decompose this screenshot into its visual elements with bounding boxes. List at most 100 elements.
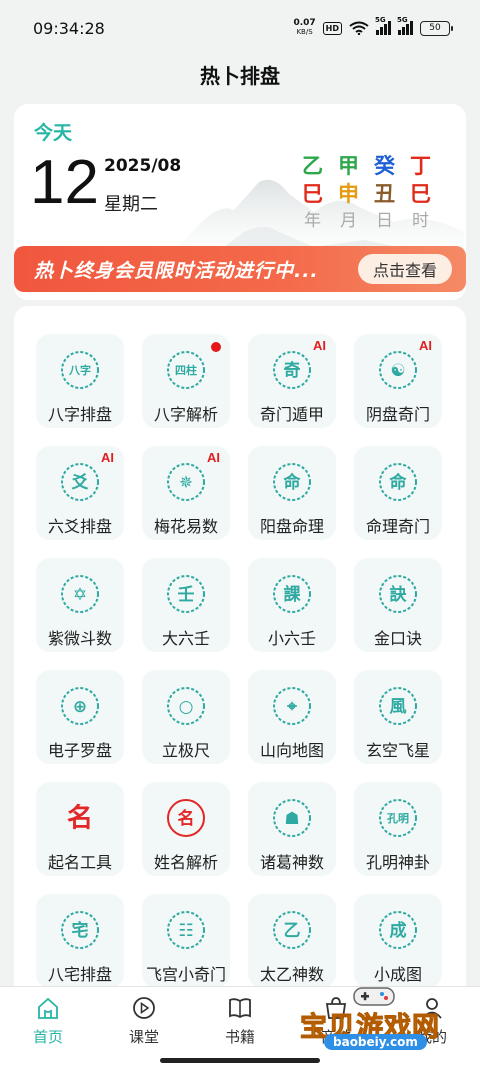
tool-tile[interactable]: 成小成图 xyxy=(354,894,442,988)
tool-label: 诸葛神数 xyxy=(259,853,324,872)
date-card[interactable]: 今天 12 2025/08 星期二 乙巳年甲申月癸丑日丁巳时 热卜终身会员限时活… xyxy=(14,104,466,300)
tools-card: 八字 八字排盘 四柱 八字解析奇奇门遁甲 AI ☯ 阴盘奇门 AI 爻六爻排盘 AI ✵ 梅花易数 AI… xyxy=(14,306,466,1006)
tool-label: 奇门遁甲 xyxy=(259,405,324,424)
ganzhi-label: 时 xyxy=(412,211,429,231)
ganzhi-label: 年 xyxy=(304,211,321,231)
tool-label: 小成图 xyxy=(373,965,422,984)
xiaoliuren-icon: 課 xyxy=(273,575,311,613)
svg-text:成: 成 xyxy=(390,920,407,941)
tool-tile[interactable]: ○ 立极尺 xyxy=(142,670,230,764)
bazi-jiexi-icon: 四柱 xyxy=(167,351,205,389)
ganzhi-stem: 甲 xyxy=(338,154,359,178)
signal-5g-icon-2: 5G xyxy=(397,16,413,35)
tool-tile[interactable]: 名姓名解析 xyxy=(142,782,230,876)
svg-text:奇: 奇 xyxy=(284,360,301,381)
svg-text:風: 風 xyxy=(390,697,407,717)
home-indicator[interactable] xyxy=(160,1058,320,1063)
tool-tile[interactable]: 八字 八字排盘 xyxy=(36,334,124,428)
notification-dot xyxy=(211,342,221,352)
tool-tile[interactable]: 名起名工具 xyxy=(36,782,124,876)
tool-label: 立极尺 xyxy=(161,741,210,760)
today-label: 今天 xyxy=(34,122,73,144)
xuankong-icon: 風 xyxy=(379,687,417,725)
ganzhi-branch: 巳 xyxy=(302,182,323,206)
watermark-logo: 宝贝游戏网 baobeiy.com xyxy=(298,985,466,1055)
svg-text:四柱: 四柱 xyxy=(175,363,197,377)
svg-text:☷: ☷ xyxy=(178,921,193,941)
qimen-dunjia-icon: 奇 xyxy=(273,351,311,389)
tool-tile[interactable]: ✵ 梅花易数 AI xyxy=(142,446,230,540)
mingli-qimen-icon: 命 xyxy=(379,463,417,501)
svg-text:○: ○ xyxy=(179,697,194,717)
jinkoujue-icon: 訣 xyxy=(379,575,417,613)
ganzhi-stem: 丁 xyxy=(410,154,431,178)
gamepad-icon xyxy=(353,987,395,1006)
tool-tile[interactable]: 命阳盘命理 xyxy=(248,446,336,540)
liuyao-icon: 爻 xyxy=(61,463,99,501)
svg-text:命: 命 xyxy=(389,472,408,493)
tool-tile[interactable]: ⊕ 电子罗盘 xyxy=(36,670,124,764)
ziwei-icon: ✡ xyxy=(61,575,99,613)
tool-label: 太乙神数 xyxy=(259,965,324,984)
svg-text:孔明: 孔明 xyxy=(387,812,409,825)
promo-banner[interactable]: 热卜终身会员限时活动进行中... 点击查看 xyxy=(14,246,466,292)
tool-label: 小六壬 xyxy=(267,629,316,648)
tool-label: 大六壬 xyxy=(161,629,210,648)
hd-icon: HD xyxy=(322,21,342,35)
ai-badge: AI xyxy=(419,338,432,353)
battery-icon: 50 xyxy=(420,20,453,36)
ganzhi-pillars: 乙巳年甲申月癸丑日丁巳时 xyxy=(300,152,433,234)
tool-tile[interactable]: ☗ 诸葛神数 xyxy=(248,782,336,876)
tool-tile[interactable]: ☯ 阴盘奇门 AI xyxy=(354,334,442,428)
signal-5g-icon: 5G xyxy=(375,16,391,35)
tool-tile[interactable]: 宅八宅排盘 xyxy=(36,894,124,988)
tool-tile[interactable]: ✡ 紫微斗数 xyxy=(36,558,124,652)
svg-text:課: 課 xyxy=(284,584,302,605)
tool-tile[interactable]: ☷ 飞宫小奇门 xyxy=(142,894,230,988)
tool-label: 飞宫小奇门 xyxy=(145,965,226,984)
page-title: 热卜排盘 xyxy=(200,64,280,88)
tool-tile[interactable]: 課小六壬 xyxy=(248,558,336,652)
tool-label: 孔明神卦 xyxy=(365,853,430,872)
tool-label: 六爻排盘 xyxy=(47,517,112,536)
bazhai-icon: 宅 xyxy=(61,911,99,949)
weekday: 星期二 xyxy=(104,194,158,215)
ganzhi-stem: 癸 xyxy=(374,154,395,178)
ai-badge: AI xyxy=(101,450,114,465)
ai-badge: AI xyxy=(207,450,220,465)
tab-label: 书籍 xyxy=(224,1028,255,1046)
tool-tile[interactable]: 訣金口诀 xyxy=(354,558,442,652)
tool-label: 金口诀 xyxy=(373,629,422,648)
feigong-icon: ☷ xyxy=(167,911,205,949)
tool-label: 八字排盘 xyxy=(47,405,112,424)
tool-tile[interactable]: 爻六爻排盘 AI xyxy=(36,446,124,540)
tool-tile[interactable]: 風玄空飞星 xyxy=(354,670,442,764)
status-time: 09:34:28 xyxy=(33,18,105,38)
svg-text:⊕: ⊕ xyxy=(73,697,87,717)
home-icon xyxy=(35,995,61,1021)
svg-text:宅: 宅 xyxy=(72,920,89,941)
play-circle-icon xyxy=(131,995,157,1021)
ganzhi-pillar: 癸丑日 xyxy=(372,152,397,234)
tool-tile[interactable]: 四柱 八字解析 xyxy=(142,334,230,428)
tool-tile[interactable]: 奇奇门遁甲 AI xyxy=(248,334,336,428)
tool-tile[interactable]: 命命理奇门 xyxy=(354,446,442,540)
tab-label: 课堂 xyxy=(128,1028,159,1046)
tool-label: 八字解析 xyxy=(153,405,218,424)
tab-label: 首页 xyxy=(32,1028,63,1046)
svg-text:命: 命 xyxy=(283,472,302,493)
tab-home[interactable]: 首页 xyxy=(0,987,96,1072)
promo-view-button[interactable]: 点击查看 xyxy=(357,254,452,284)
wifi-icon xyxy=(349,21,369,35)
svg-text:訣: 訣 xyxy=(390,584,408,605)
tool-tile[interactable]: 孔明 孔明神卦 xyxy=(354,782,442,876)
svg-text:爻: 爻 xyxy=(71,472,89,493)
day-number: 12 xyxy=(30,148,99,217)
svg-text:✵: ✵ xyxy=(179,473,193,493)
bazi-paipan-icon: 八字 xyxy=(61,351,99,389)
tool-tile[interactable]: ⌖ 山向地图 xyxy=(248,670,336,764)
tool-tile[interactable]: 壬大六壬 xyxy=(142,558,230,652)
tool-tile[interactable]: 乙太乙神数 xyxy=(248,894,336,988)
ganzhi-branch: 申 xyxy=(338,182,359,206)
tool-label: 八宅排盘 xyxy=(47,965,112,984)
